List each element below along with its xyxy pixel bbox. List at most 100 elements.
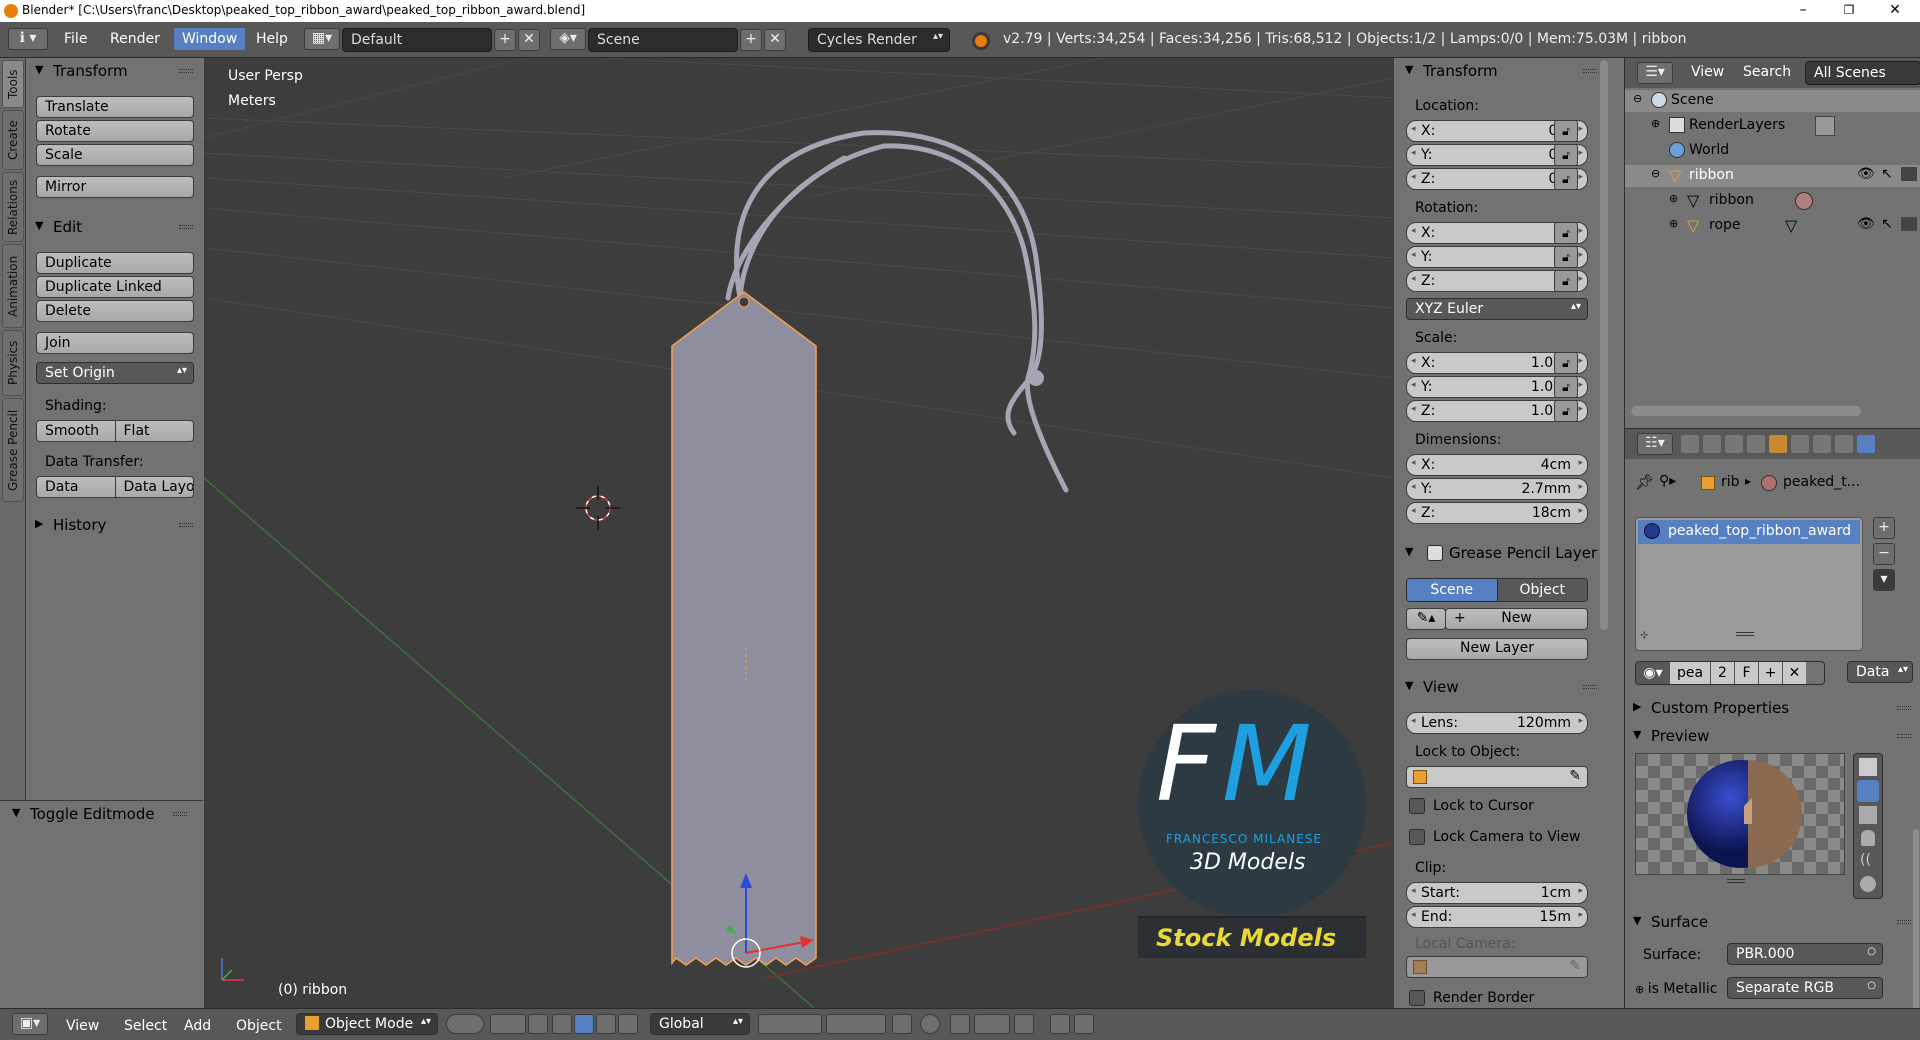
render-layers-tab-icon[interactable] xyxy=(1703,435,1721,453)
render-border-checkbox[interactable] xyxy=(1409,990,1425,1006)
renderable-camera-icon[interactable] xyxy=(1901,167,1917,181)
preview-sphere-icon[interactable] xyxy=(1857,780,1879,802)
dimension-y-field[interactable]: ◂ Y: 2.7mm ▸ xyxy=(1406,478,1588,500)
scale-manipulator-icon[interactable] xyxy=(618,1014,638,1034)
preview-world-icon[interactable] xyxy=(1860,876,1876,892)
screen-layout-icon[interactable]: ▦▾ xyxy=(304,28,340,50)
drag-grip-icon[interactable] xyxy=(179,523,193,527)
selectable-arrow-icon[interactable]: ↖ xyxy=(1881,166,1893,182)
flat-button[interactable]: Flat xyxy=(114,421,193,441)
layer-lock-icon[interactable] xyxy=(892,1014,912,1034)
set-origin-dropdown[interactable]: Set Origin ▴▾ xyxy=(36,362,194,384)
history-panel-header[interactable]: ▶ History xyxy=(27,514,203,536)
scene-name-field[interactable]: Scene xyxy=(588,28,738,52)
data-button[interactable]: Data xyxy=(37,477,115,497)
drag-grip-icon[interactable] xyxy=(1583,685,1597,689)
viewport-select-menu[interactable]: Select xyxy=(124,1018,167,1034)
local-camera-field[interactable]: ✎ xyxy=(1406,956,1588,978)
rotate-manipulator-icon[interactable] xyxy=(596,1014,616,1034)
opengl-render-icon[interactable] xyxy=(1050,1014,1070,1034)
remove-scene-icon[interactable]: ✕ xyxy=(764,29,786,51)
material-link-select[interactable]: Data ▴▾ xyxy=(1847,661,1913,683)
preview-cube-icon[interactable] xyxy=(1859,806,1877,824)
gp-object-button[interactable]: Object xyxy=(1496,579,1587,601)
snap-element-icon[interactable] xyxy=(974,1014,1010,1034)
viewport-view-menu[interactable]: View xyxy=(66,1018,99,1034)
lens-field[interactable]: ◂ Lens: 120mm ▸ xyxy=(1406,712,1588,734)
is-metallic-input-select[interactable]: Separate RGB ○ xyxy=(1727,977,1883,999)
gp-new-button[interactable]: + New xyxy=(1445,608,1588,630)
eyedropper-icon[interactable]: ✎ xyxy=(1569,958,1581,974)
material-users-count[interactable]: 2 xyxy=(1710,662,1734,684)
drag-grip-icon[interactable] xyxy=(1897,734,1911,738)
menu-window[interactable]: Window xyxy=(174,28,246,50)
tab-animation[interactable]: Animation xyxy=(2,244,24,328)
render-tab-icon[interactable] xyxy=(1681,435,1699,453)
delete-button[interactable]: Delete xyxy=(36,300,194,322)
menu-render[interactable]: Render xyxy=(110,31,160,47)
selectable-arrow-icon[interactable]: ↖ xyxy=(1881,216,1893,232)
lock-icon[interactable]: 🔓︎ xyxy=(1554,120,1578,142)
n-panel-scrollbar[interactable] xyxy=(1600,60,1608,630)
data-layout-button[interactable]: Data Layo xyxy=(114,477,193,497)
visibility-eye-icon[interactable]: 👁︎ xyxy=(1857,166,1875,182)
mirror-button[interactable]: Mirror xyxy=(36,176,194,198)
minimize-button[interactable]: – xyxy=(1780,0,1826,22)
object-tab-icon[interactable] xyxy=(1769,435,1787,453)
add-scene-icon[interactable]: + xyxy=(740,29,762,51)
gp-scene-button[interactable]: Scene xyxy=(1407,579,1497,601)
maximize-button[interactable]: ❐ xyxy=(1826,0,1872,22)
surface-header[interactable]: ▼ Surface xyxy=(1625,911,1920,933)
viewport-editor-type-icon[interactable]: ▣▾ xyxy=(12,1013,48,1035)
tab-grease-pencil[interactable]: Grease Pencil xyxy=(2,398,24,502)
add-layout-icon[interactable]: + xyxy=(494,29,516,51)
lock-object-field[interactable]: ✎ xyxy=(1406,766,1588,788)
preview-hair-icon[interactable]: (( xyxy=(1860,852,1871,868)
outliner-display-mode[interactable]: All Scenes xyxy=(1805,61,1920,85)
lock-icon[interactable]: 🔓︎ xyxy=(1554,376,1578,398)
gp-brush-icon[interactable]: ✎▴ xyxy=(1406,608,1446,630)
3d-viewport[interactable]: User Persp Meters (0) ribbon F M FRANCES… xyxy=(204,58,1394,1008)
fake-user-toggle[interactable]: F xyxy=(1734,662,1758,684)
interaction-mode-select[interactable]: Object Mode ▴▾ xyxy=(296,1013,438,1035)
toggle-editmode-header[interactable]: ▼ Toggle Editmode xyxy=(0,803,203,825)
drag-grip-icon[interactable] xyxy=(179,225,193,229)
lock-icon[interactable]: 🔓︎ xyxy=(1554,168,1578,190)
preview-flat-icon[interactable] xyxy=(1859,758,1877,776)
new-material-icon[interactable]: + xyxy=(1758,662,1782,684)
list-filter-icon[interactable]: ⊹ xyxy=(1640,630,1648,641)
list-resize-grip-icon[interactable] xyxy=(1736,632,1754,636)
renderable-camera-icon[interactable] xyxy=(1901,217,1917,231)
translate-button[interactable]: Translate xyxy=(36,96,194,118)
viewport-object-menu[interactable]: Object xyxy=(236,1018,282,1034)
surface-node-select[interactable]: PBR.000 ○ xyxy=(1727,943,1883,965)
material-slot-list[interactable]: peaked_top_ribbon_award ⊹ xyxy=(1635,517,1863,651)
lock-icon[interactable]: 🔓︎ xyxy=(1554,400,1578,422)
duplicate-button[interactable]: Duplicate xyxy=(36,252,194,274)
clip-end-field[interactable]: ◂ End: 15m ▸ xyxy=(1406,906,1588,928)
lock-icon[interactable]: 🔓︎ xyxy=(1554,270,1578,292)
duplicate-linked-button[interactable]: Duplicate Linked xyxy=(36,276,194,298)
outliner-editor-type-icon[interactable]: ☰▾ xyxy=(1637,62,1673,84)
properties-editor-type-icon[interactable]: ☷▾ xyxy=(1637,433,1673,455)
constraints-tab-icon[interactable] xyxy=(1791,435,1809,453)
outliner-row-world[interactable]: World xyxy=(1625,140,1920,162)
tab-physics[interactable]: Physics xyxy=(2,330,24,396)
snap-target-icon[interactable] xyxy=(1014,1014,1034,1034)
outliner-search-menu[interactable]: Search xyxy=(1743,64,1791,80)
remove-layout-icon[interactable]: ✕ xyxy=(518,29,540,51)
transform-orientation-select[interactable]: Global ▴▾ xyxy=(650,1013,750,1035)
smooth-button[interactable]: Smooth xyxy=(37,421,115,441)
clip-start-field[interactable]: ◂ Start: 1cm ▸ xyxy=(1406,882,1588,904)
close-button[interactable]: ✕ xyxy=(1872,0,1918,22)
outliner-row-rope[interactable]: ⊕ ▽ rope ▽ 👁︎ ↖ xyxy=(1625,215,1920,237)
menu-help[interactable]: Help xyxy=(256,31,288,47)
transform-manipulator-icon[interactable] xyxy=(552,1014,572,1034)
outliner-scrollbar[interactable] xyxy=(1631,406,1861,416)
proportional-editing-icon[interactable] xyxy=(920,1014,940,1034)
drag-grip-icon[interactable] xyxy=(1897,920,1911,924)
eyedropper-icon[interactable]: ✎ xyxy=(1569,768,1581,784)
render-engine-select[interactable]: Cycles Render ▴▾ xyxy=(808,28,950,52)
slot-specials-icon[interactable]: ▾ xyxy=(1873,569,1895,591)
world-tab-icon[interactable] xyxy=(1747,435,1765,453)
